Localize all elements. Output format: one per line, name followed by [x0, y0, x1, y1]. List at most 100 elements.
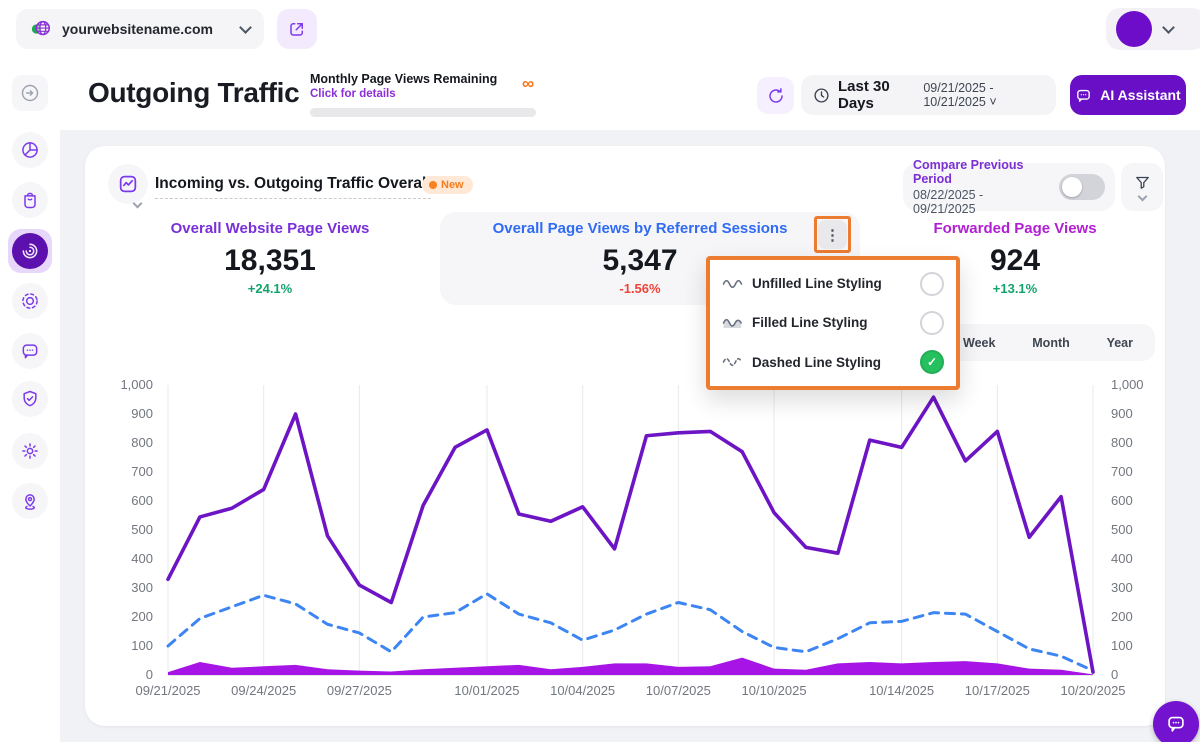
shield-check-icon	[20, 389, 40, 409]
menu-item-unfilled-line[interactable]: Unfilled Line Styling	[710, 265, 956, 303]
x-tick-label: 10/01/2025	[454, 683, 520, 698]
dot-icon	[429, 181, 437, 189]
menu-item-dashed-line[interactable]: Dashed Line Styling ✓	[710, 343, 956, 381]
metric-label[interactable]: Forwarded Page Views	[875, 220, 1155, 237]
compare-previous-period: Compare Previous Period 08/22/2025 - 09/…	[903, 158, 1115, 216]
line-chart-icon	[117, 173, 139, 195]
y-tick-label: 300	[1111, 580, 1133, 595]
granularity-switch: Week Month Year	[941, 324, 1155, 361]
sidebar-item-security[interactable]	[12, 381, 48, 417]
y-tick-label: 100	[1111, 638, 1133, 653]
location-pin-icon	[20, 491, 40, 511]
sidebar-item-store[interactable]	[12, 182, 48, 218]
chevron-down-icon	[1137, 191, 1147, 202]
y-tick-label: 500	[1111, 522, 1133, 537]
y-tick-label: 0	[145, 667, 153, 682]
x-tick-label: 09/27/2025	[326, 683, 392, 698]
chevron-down-icon	[239, 20, 252, 34]
granularity-year[interactable]: Year	[1107, 336, 1133, 350]
y-tick-label: 200	[1111, 609, 1133, 624]
globe-icon	[30, 18, 52, 40]
page-title: Outgoing Traffic	[88, 77, 300, 108]
chevron-down-icon	[132, 198, 143, 209]
dashed-wave-icon	[722, 355, 752, 369]
metric-value: 18,351	[224, 244, 316, 277]
compare-range: 08/22/2025 - 09/21/2025	[913, 188, 984, 216]
sidebar-item-analytics[interactable]	[12, 132, 48, 168]
y-tick-label: 800	[1111, 435, 1133, 450]
new-badge: New	[422, 176, 473, 194]
quota-widget: Monthly Page Views Remaining Click for d…	[310, 72, 536, 117]
series-area-2	[168, 657, 1093, 675]
y-tick-label: 500	[131, 522, 153, 537]
x-tick-label: 10/07/2025	[645, 683, 711, 698]
x-tick-label: 10/04/2025	[550, 683, 616, 698]
sidebar-item-traffic[interactable]	[8, 229, 52, 273]
sidebar-item-tracking[interactable]	[12, 283, 48, 319]
topbar: yourwebsitename.com	[0, 0, 1200, 59]
y-tick-label: 400	[131, 551, 153, 566]
y-axis-right: 1,000 900 800 700 600 500 400 300 200 100 0	[1111, 376, 1171, 684]
x-tick-label: 10/10/2025	[741, 683, 807, 698]
sidebar-item-locations[interactable]	[12, 483, 48, 519]
date-range-picker[interactable]: Last 30 Days 09/21/2025 - 10/21/2025 ˅	[801, 75, 1056, 115]
x-tick-label: 10/20/2025	[1060, 683, 1126, 698]
sidebar-item-collapse[interactable]	[12, 75, 48, 111]
radio-checked[interactable]: ✓	[920, 350, 944, 375]
ai-assistant-label: AI Assistant	[1100, 87, 1181, 103]
kebab-menu-button[interactable]: ⋮	[818, 220, 847, 249]
radar-swirl-icon	[12, 233, 48, 269]
y-tick-label: 0	[1111, 667, 1119, 682]
external-link-icon	[288, 20, 306, 38]
traffic-chart-svg	[166, 385, 1095, 676]
infinity-icon: ∞	[522, 74, 535, 93]
funnel-icon	[1134, 174, 1151, 191]
refresh-button[interactable]	[757, 77, 794, 114]
y-tick-label: 300	[131, 580, 153, 595]
metric-overall-page-views: Overall Website Page Views 18,351 +24.1%	[110, 220, 430, 296]
ai-assistant-button[interactable]: AI Assistant	[1070, 75, 1186, 115]
avatar	[1116, 11, 1152, 47]
y-axis-left: 1,000 900 800 700 600 500 400 300 200 100 0	[93, 376, 153, 684]
quota-label: Monthly Page Views Remaining	[310, 72, 498, 86]
chevron-down-icon	[1162, 20, 1175, 34]
metric-label[interactable]: Overall Page Views by Referred Sessions	[475, 220, 805, 237]
series-line-0	[166, 395, 1095, 674]
shopping-bag-icon	[20, 190, 40, 210]
quota-progress-bar	[310, 108, 536, 117]
metric-delta: +24.1%	[247, 281, 293, 296]
sidebar-item-messages[interactable]	[12, 333, 48, 369]
page-header: Outgoing Traffic Monthly Page Views Rema…	[60, 58, 1200, 130]
filter-button[interactable]	[1121, 163, 1163, 211]
toggle-knob	[1062, 177, 1082, 197]
y-tick-label: 400	[1111, 551, 1133, 566]
date-range-value: 09/21/2025 - 10/21/2025 ˅	[923, 81, 997, 109]
chat-bubble-icon	[1075, 87, 1092, 104]
radio-unchecked[interactable]	[920, 271, 944, 296]
open-site-button[interactable]	[277, 9, 317, 49]
card-title[interactable]: Incoming vs. Outgoing Traffic Overall	[155, 175, 431, 199]
radio-unchecked[interactable]	[920, 310, 944, 335]
metric-label[interactable]: Overall Website Page Views	[110, 220, 430, 237]
x-tick-label: 10/14/2025	[869, 683, 935, 698]
quota-details-link[interactable]: Click for details	[310, 88, 536, 100]
chat-bubble-icon	[20, 341, 40, 361]
traffic-overview-card: Incoming vs. Outgoing Traffic Overall Ne…	[85, 146, 1165, 726]
chart-type-button[interactable]	[108, 164, 148, 204]
x-tick-label: 09/21/2025	[135, 683, 201, 698]
y-tick-label: 1,000	[1111, 377, 1144, 392]
compare-toggle[interactable]	[1059, 174, 1105, 200]
scan-circle-icon	[20, 291, 40, 311]
granularity-month[interactable]: Month	[1032, 336, 1069, 350]
account-menu[interactable]	[1106, 8, 1200, 50]
compare-label: Compare Previous Period	[913, 158, 1024, 186]
support-chat-button[interactable]	[1153, 701, 1199, 742]
y-tick-label: 900	[1111, 406, 1133, 421]
sidebar-item-settings[interactable]	[12, 433, 48, 469]
site-selector[interactable]: yourwebsitename.com	[16, 9, 264, 49]
y-tick-label: 700	[1111, 464, 1133, 479]
granularity-week[interactable]: Week	[963, 336, 995, 350]
series-line-1	[166, 592, 1095, 673]
menu-item-filled-line[interactable]: Filled Line Styling	[710, 304, 956, 342]
chat-bot-icon	[1165, 713, 1187, 735]
